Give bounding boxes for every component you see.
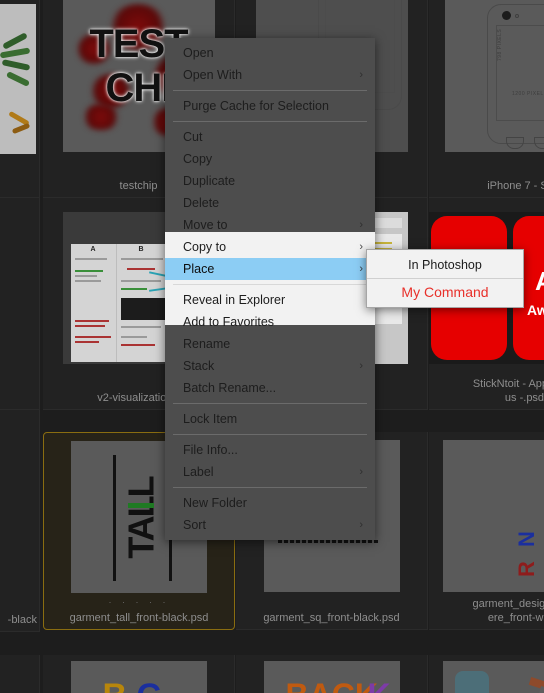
menu-item-purge-cache-for-selection[interactable]: Purge Cache for Selection — [165, 95, 375, 117]
menu-item-open-with[interactable]: Open With › — [165, 64, 375, 86]
red-case-text-2: A — [535, 266, 544, 297]
menu-item-reveal-in-explorer[interactable]: Reveal in Explorer — [165, 289, 375, 311]
phone-outline: 798 PIXELS 1200 PIXELS — [487, 4, 544, 149]
menu-separator — [173, 284, 367, 285]
menu-item-label: Copy — [183, 152, 213, 166]
grid-cell[interactable]: 798 PIXELS 1200 PIXELS iPhone 7 - Slim — [429, 0, 544, 198]
menu-item-label: Purge Cache for Selection — [183, 99, 329, 113]
letter-r: R — [513, 561, 539, 577]
menu-item-label: Open — [183, 46, 214, 60]
menu-item-new-folder[interactable]: New Folder — [165, 492, 375, 514]
thumbnail-caption: iPhone 7 - Slim — [487, 180, 544, 192]
thumbnail-caption: StickNtoit - Apple - iP us -.psd — [472, 378, 544, 404]
phone-vertical-px-label: 798 PIXELS — [497, 28, 503, 61]
menu-item-label: Cut — [183, 130, 203, 144]
chevron-right-icon: › — [359, 219, 363, 231]
menu-item-copy[interactable]: Copy — [165, 148, 375, 170]
doc-column-a: A — [70, 244, 117, 362]
thumbnail-image — [0, 4, 36, 154]
thumbnail-image: B C — [70, 661, 207, 693]
tall-text: TALL — [121, 477, 163, 559]
menu-item-stack[interactable]: Stack › — [165, 355, 375, 377]
menu-item-label: Lock Item — [183, 412, 238, 426]
bridge-content-window: TEST CHI testchip 798 PIXELS 1200 PIXELS… — [0, 0, 544, 693]
leaf-artwork — [0, 4, 36, 154]
doc-code-block — [120, 298, 165, 320]
grid-cell[interactable]: -black — [0, 410, 40, 632]
menu-item-label: Open With — [183, 68, 243, 82]
submenu-item-my-command[interactable]: My Command — [367, 279, 523, 305]
menu-item-label: Batch Rename... — [183, 381, 277, 395]
red-case-text-3: Aw — [527, 302, 544, 318]
menu-item-label: File Info... — [183, 443, 238, 457]
thumbnail-image: 798 PIXELS 1200 PIXELS — [445, 0, 544, 152]
menu-item-cut[interactable]: Cut — [165, 126, 375, 148]
doc-column-b: B — [116, 244, 167, 362]
chevron-right-icon: › — [359, 519, 363, 531]
grid-cell[interactable]: B C — [43, 655, 235, 693]
grid-cell[interactable] — [0, 655, 40, 693]
menu-item-rename[interactable]: Rename — [165, 333, 375, 355]
menu-item-label: Add to Favorites — [183, 315, 275, 329]
thumbnail-image: BACK K — [263, 661, 400, 693]
grid-cell[interactable]: BACK K — [236, 655, 428, 693]
menu-separator — [173, 434, 367, 435]
menu-item-label: Stack — [183, 359, 215, 373]
phone-screen-outline — [496, 25, 544, 121]
menu-item-label: Delete — [183, 196, 220, 210]
menu-separator — [173, 403, 367, 404]
doc-column-a-header: A — [90, 246, 96, 253]
thumbnail-caption: -black — [7, 614, 37, 626]
thumbnail-caption: garment_design-nam ere_front-white — [472, 598, 544, 624]
chevron-right-icon: › — [359, 241, 363, 253]
menu-item-copy-to[interactable]: Copy to › — [165, 236, 375, 258]
menu-separator — [173, 487, 367, 488]
place-submenu[interactable]: In Photoshop My Command — [366, 249, 524, 308]
menu-item-delete[interactable]: Delete — [165, 192, 375, 214]
menu-item-label: Label — [183, 465, 214, 479]
menu-item-label: Sort — [183, 518, 206, 532]
menu-item-open[interactable]: Open — [165, 42, 375, 64]
menu-item-label: Place — [183, 262, 215, 276]
menu-item-label: Rename — [183, 337, 231, 351]
letter-n: N — [513, 531, 539, 547]
menu-item-file-info[interactable]: File Info... — [165, 439, 375, 461]
chevron-right-icon: › — [359, 466, 363, 478]
letter-back: BACK — [286, 677, 378, 693]
letter-b: B — [103, 677, 128, 693]
menu-item-batch-rename[interactable]: Batch Rename... — [165, 377, 375, 399]
thumbnail-caption: garment_tall_front-black.psd — [69, 612, 209, 624]
menu-item-label: Copy to — [183, 240, 227, 254]
chevron-right-icon: › — [359, 360, 363, 372]
letters-artwork: N R — [443, 440, 544, 592]
menu-item-sort[interactable]: Sort › — [165, 514, 375, 536]
menu-item-add-to-favorites[interactable]: Add to Favorites — [165, 311, 375, 333]
menu-item-label: Move to — [183, 218, 228, 232]
menu-item-duplicate[interactable]: Duplicate — [165, 170, 375, 192]
menu-item-move-to[interactable]: Move to › — [165, 214, 375, 236]
thumbnail-image: N R — [443, 440, 544, 592]
menu-item-lock-item[interactable]: Lock Item — [165, 408, 375, 430]
thumbnail-image — [443, 661, 544, 693]
menu-item-label: Duplicate — [183, 174, 236, 188]
phone-horizontal-px-label: 1200 PIXELS — [512, 91, 544, 97]
chevron-right-icon: › — [359, 263, 363, 275]
grid-cell[interactable]: N R garment_design-nam ere_front-white — [429, 432, 544, 630]
grid-cell[interactable]: 7 — [0, 198, 40, 410]
menu-separator — [173, 90, 367, 91]
doc-column-b-header: B — [138, 246, 144, 253]
selection-dots: · · · · · — [108, 597, 170, 607]
menu-item-place[interactable]: Place › — [165, 258, 375, 280]
grid-cell[interactable] — [429, 655, 544, 693]
menu-item-label: New Folder — [183, 496, 247, 510]
chevron-right-icon: › — [359, 69, 363, 81]
submenu-item-in-photoshop[interactable]: In Photoshop — [367, 252, 523, 278]
menu-item-label: Reveal in Explorer — [183, 293, 286, 307]
menu-separator — [173, 121, 367, 122]
letter-c: C — [137, 677, 162, 693]
grid-cell[interactable] — [0, 0, 40, 198]
context-menu[interactable]: Open Open With › Purge Cache for Selecti… — [165, 38, 375, 540]
thumbnail-caption: garment_sq_front-black.psd — [263, 612, 400, 624]
menu-item-label[interactable]: Label › — [165, 461, 375, 483]
